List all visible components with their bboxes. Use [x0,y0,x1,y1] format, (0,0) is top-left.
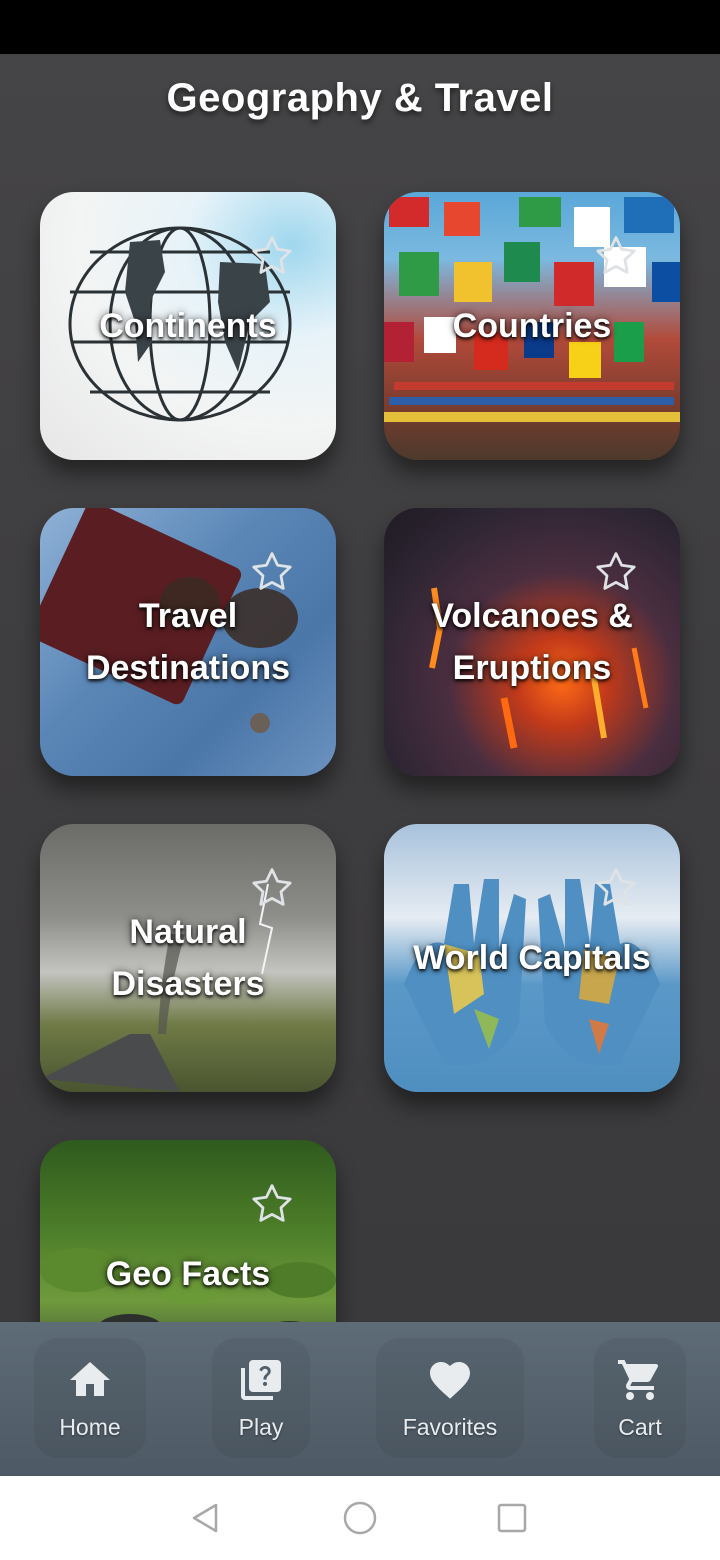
nav-play[interactable]: Play [212,1338,310,1458]
card-label-line1: Volcanoes & [431,597,633,635]
card-label-continents: Continents [99,307,277,345]
star-outline-icon[interactable] [248,548,296,596]
card-label-line1: Natural [129,913,247,951]
card-label-volcanoes-eruptions: Volcanoes & Eruptions [384,590,680,694]
star-outline-icon[interactable] [248,232,296,280]
home-icon [66,1356,114,1404]
nav-label-favorites: Favorites [402,1414,498,1440]
card-label-line1: Travel [138,597,238,635]
nav-favorites[interactable]: Favorites [376,1338,524,1458]
card-volcanoes-eruptions[interactable]: Volcanoes & Eruptions [384,508,680,776]
card-continents[interactable]: Continents [40,192,336,460]
star-outline-icon[interactable] [248,1180,296,1228]
card-label-world-capitals: World Capitals [413,939,651,977]
card-label-natural-disasters: Natural Disasters [40,906,336,1010]
cart-icon [616,1356,664,1404]
star-outline-icon[interactable] [592,548,640,596]
star-outline-icon[interactable] [592,232,640,280]
card-label-travel-destinations: Travel Destinations [40,590,336,694]
main-content[interactable]: Geography & Travel Continents Countries … [0,54,720,1322]
card-geo-facts[interactable]: Geo Facts [40,1140,336,1322]
nav-cart[interactable]: Cart [594,1338,686,1458]
page-title: Geography & Travel [166,76,554,120]
card-travel-destinations[interactable]: Travel Destinations [40,508,336,776]
status-bar [0,0,720,54]
heart-icon [426,1356,474,1404]
system-nav-bar [0,1476,720,1560]
card-label-countries: Countries [452,307,612,345]
nav-label-home: Home [59,1414,121,1440]
card-label-line2: Destinations [85,649,291,687]
home-circle-icon[interactable] [342,1500,378,1536]
card-countries[interactable]: Countries [384,192,680,460]
nav-label-play: Play [238,1414,284,1440]
quiz-icon [237,1356,285,1404]
nav-home[interactable]: Home [34,1338,146,1458]
card-label-geo-facts: Geo Facts [105,1255,271,1293]
card-label-line2: Eruptions [452,649,612,687]
bottom-nav: Home Play Favorites Cart [0,1322,720,1476]
star-outline-icon[interactable] [592,864,640,912]
card-natural-disasters[interactable]: Natural Disasters [40,824,336,1092]
recents-icon[interactable] [494,1500,530,1536]
back-icon[interactable] [188,1500,224,1536]
card-world-capitals[interactable]: World Capitals [384,824,680,1092]
card-label-line2: Disasters [111,965,265,1003]
nav-label-cart: Cart [618,1414,662,1440]
star-outline-icon[interactable] [248,864,296,912]
